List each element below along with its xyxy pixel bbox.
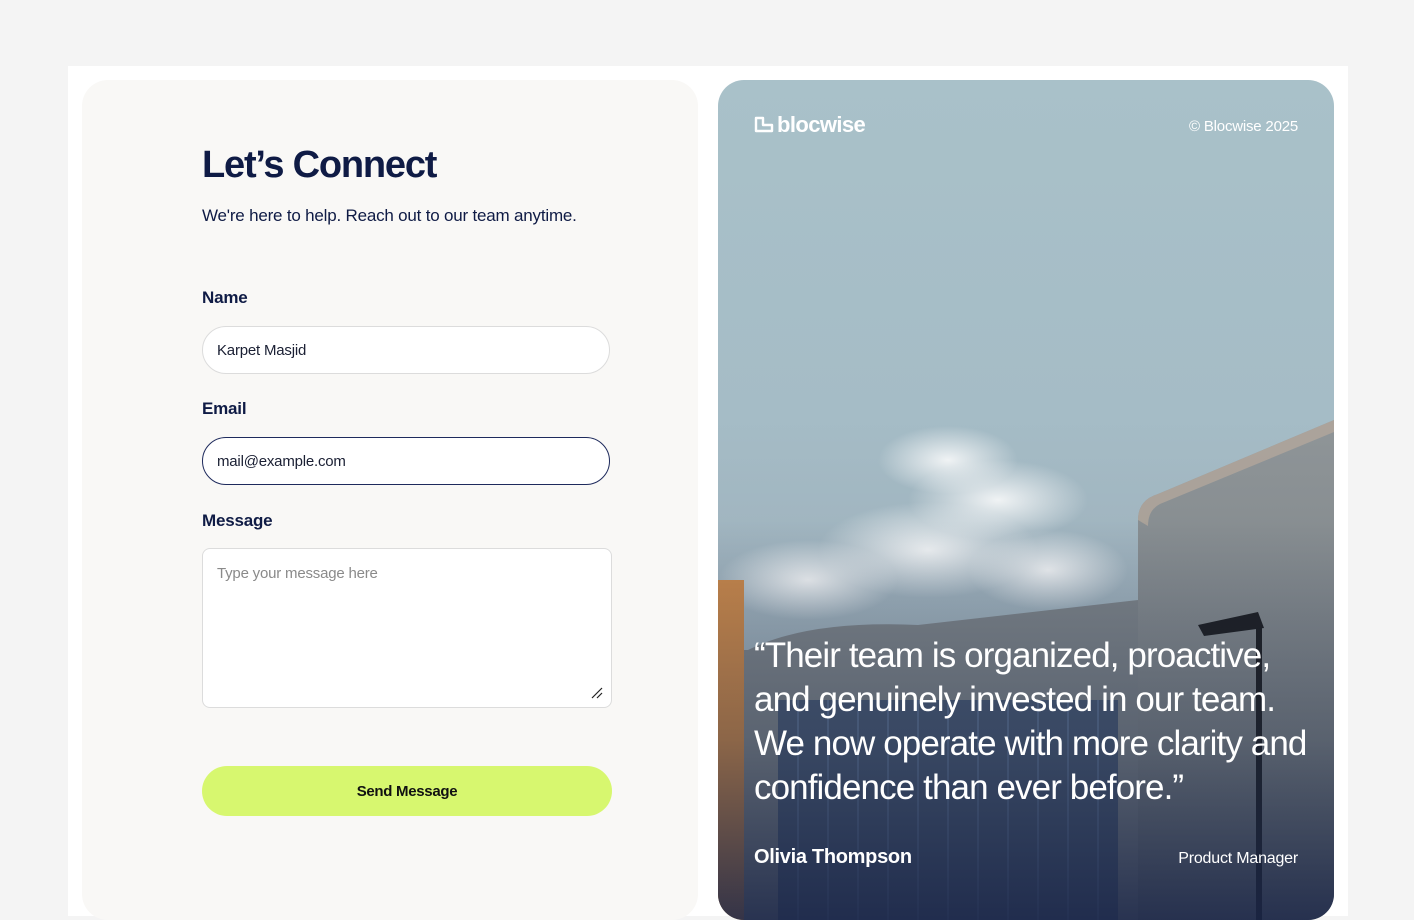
testimonial-quote: “Their team is organized, proactive, and… <box>754 636 1307 807</box>
copyright-text: © Blocwise 2025 <box>1189 118 1298 135</box>
blocwise-logo-icon <box>754 116 774 133</box>
message-label: Message <box>202 511 273 530</box>
contact-form-card: Let’s Connect We're here to help. Reach … <box>82 80 698 920</box>
testimonial-author: Olivia Thompson <box>754 846 912 868</box>
send-message-button[interactable]: Send Message <box>202 766 612 816</box>
testimonial-hero-card: blocwise © Blocwise 2025 “Their team is … <box>718 80 1334 920</box>
resize-handle-icon[interactable] <box>591 687 603 699</box>
email-label: Email <box>202 399 247 418</box>
message-placeholder: Type your message here <box>217 565 378 582</box>
page-title: Let’s Connect <box>202 144 437 186</box>
brand-logo: blocwise <box>754 112 866 138</box>
email-field[interactable]: mail@example.com <box>202 437 610 485</box>
brand-name: blocwise <box>777 112 866 137</box>
page-subtitle: We're here to help. Reach out to our tea… <box>202 206 577 225</box>
name-field[interactable]: Karpet Masjid <box>202 326 610 374</box>
testimonial-role: Product Manager <box>1178 850 1298 867</box>
email-field-value: mail@example.com <box>217 452 346 470</box>
name-label: Name <box>202 288 248 307</box>
message-textarea[interactable]: Type your message here <box>202 548 612 708</box>
name-field-value: Karpet Masjid <box>217 341 307 359</box>
